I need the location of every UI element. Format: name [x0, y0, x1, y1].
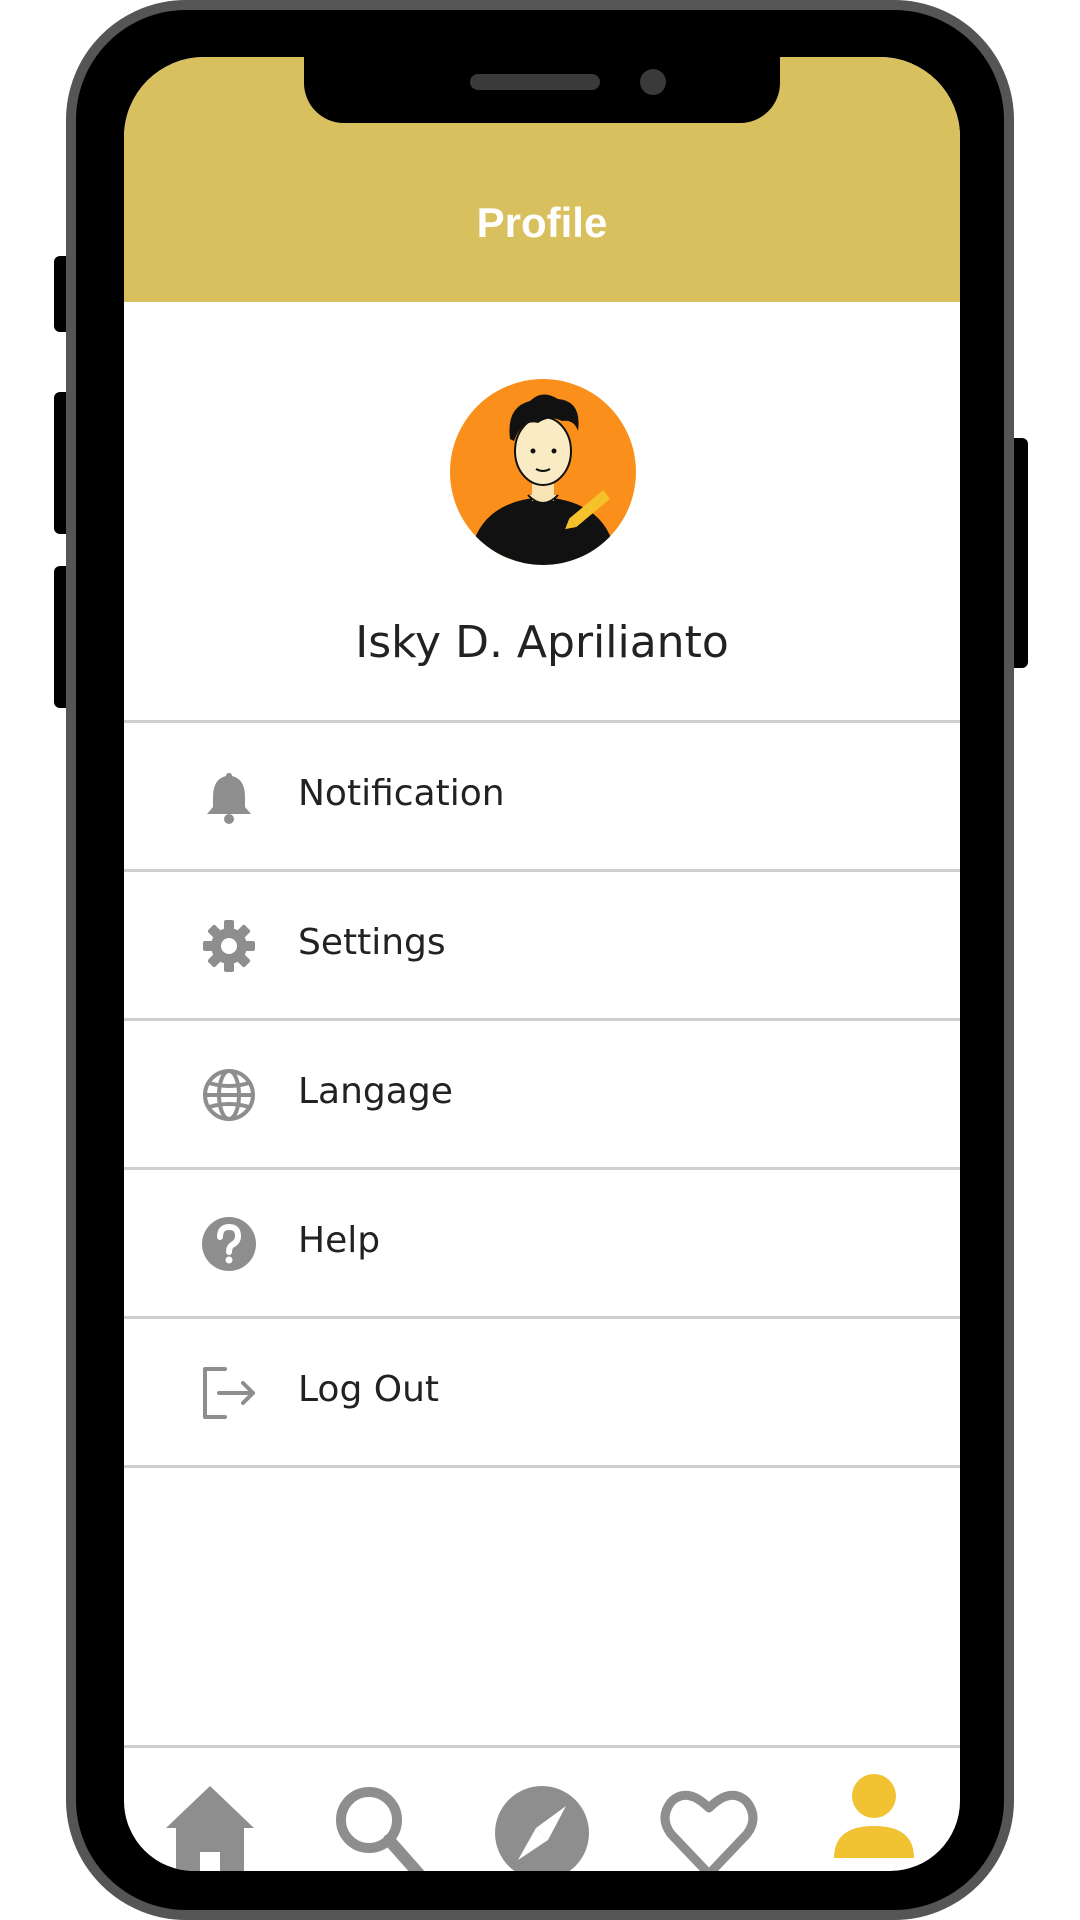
menu-item-notification[interactable]: Notification	[124, 720, 960, 869]
menu-item-help[interactable]: Help	[124, 1167, 960, 1316]
app-screen: Profile Isky D. Aprilianto Notification …	[124, 57, 960, 1871]
profile-name: Isky D. Aprilianto	[355, 617, 729, 668]
front-camera	[640, 69, 666, 95]
page-title: Profile	[476, 199, 608, 246]
menu-item-settings[interactable]: Settings	[124, 869, 960, 1018]
user-icon[interactable]	[824, 1768, 924, 1871]
help-icon	[202, 1217, 256, 1271]
speaker-grille	[470, 74, 600, 90]
bottom-nav	[124, 1745, 960, 1871]
gear-icon	[203, 920, 255, 972]
search-icon[interactable]	[327, 1778, 427, 1871]
menu-item-language[interactable]: Langage	[124, 1018, 960, 1167]
avatar[interactable]	[450, 379, 636, 565]
bell-icon	[207, 773, 251, 824]
globe-icon	[203, 1069, 255, 1121]
menu-item-label: Langage	[298, 1071, 453, 1112]
menu-item-label: Notification	[298, 773, 505, 814]
phone-notch	[304, 57, 780, 123]
home-icon[interactable]	[160, 1778, 260, 1871]
menu-item-logout[interactable]: Log Out	[124, 1316, 960, 1468]
menu-item-label: Settings	[298, 922, 446, 963]
menu-item-label: Log Out	[298, 1369, 440, 1410]
logout-icon	[203, 1367, 255, 1419]
avatar-illustration	[472, 394, 614, 565]
profile-menu: Notification Settings Langage Help Log O…	[124, 720, 960, 1468]
heart-icon[interactable]	[659, 1778, 759, 1871]
compass-icon[interactable]	[492, 1778, 592, 1871]
menu-item-label: Help	[298, 1220, 381, 1261]
